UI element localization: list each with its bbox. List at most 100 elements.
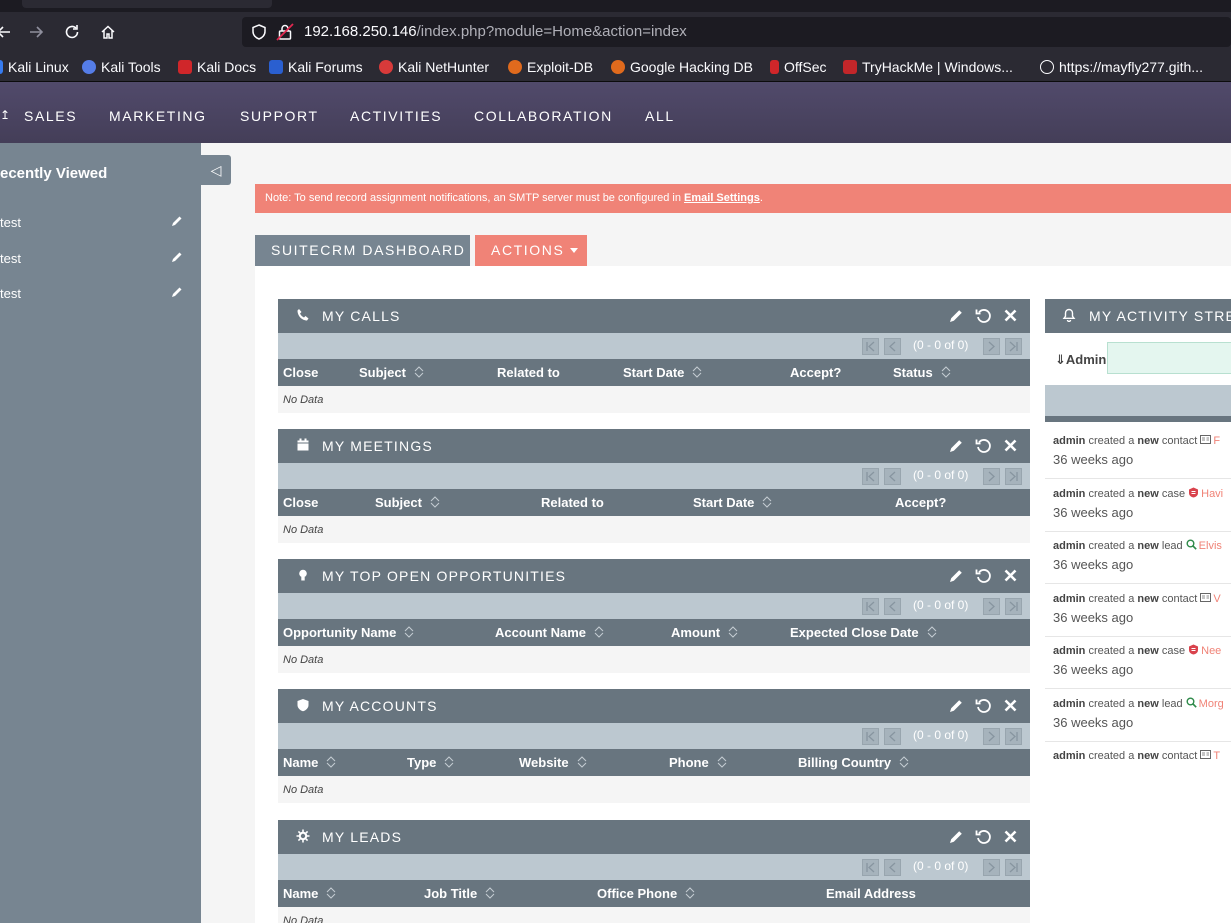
- column-opportunity-name[interactable]: Opportunity Name: [283, 625, 414, 640]
- bookmark-kali-docs[interactable]: Kali Docs: [178, 58, 256, 76]
- recent-item-label[interactable]: test: [0, 251, 21, 266]
- sort-icon[interactable]: [717, 756, 727, 768]
- back-icon[interactable]: [0, 20, 16, 44]
- activity-record-link[interactable]: Elvis: [1199, 540, 1222, 552]
- forward-icon[interactable]: [24, 20, 48, 44]
- activity-record-link[interactable]: Havi: [1201, 488, 1223, 500]
- url-bar[interactable]: 192.168.250.146/index.php?module=Home&ac…: [242, 17, 1231, 47]
- column-office-phone[interactable]: Office Phone: [597, 886, 695, 901]
- last-page-icon[interactable]: [1005, 859, 1022, 876]
- activity-record-link[interactable]: V: [1213, 593, 1220, 605]
- next-page-icon[interactable]: [983, 468, 1000, 485]
- close-icon[interactable]: [1002, 828, 1019, 845]
- nav-support[interactable]: SUPPORT: [240, 108, 319, 124]
- bookmark-tryhackme[interactable]: TryHackMe | Windows...: [843, 58, 1013, 76]
- prev-page-icon[interactable]: [884, 468, 901, 485]
- first-page-icon[interactable]: [862, 598, 879, 615]
- column-subject[interactable]: Subject: [375, 495, 440, 510]
- column-subject[interactable]: Subject: [359, 365, 424, 380]
- activity-record-link[interactable]: Morg: [1199, 698, 1224, 710]
- sort-icon[interactable]: [444, 756, 454, 768]
- prev-page-icon[interactable]: [884, 598, 901, 615]
- sort-icon[interactable]: [685, 887, 695, 899]
- sort-icon[interactable]: [594, 626, 604, 638]
- recent-item-label[interactable]: test: [0, 215, 21, 230]
- nav-marketing[interactable]: MARKETING: [109, 108, 207, 124]
- close-icon[interactable]: [1002, 567, 1019, 584]
- column-start-date[interactable]: Start Date: [693, 495, 772, 510]
- pencil-icon[interactable]: [170, 285, 184, 299]
- home-arrow-icon[interactable]: ↥: [0, 108, 10, 122]
- close-icon[interactable]: [1002, 697, 1019, 714]
- bookmark-kali-nethunter[interactable]: Kali NetHunter: [379, 58, 489, 76]
- activity-post-input[interactable]: [1107, 342, 1231, 374]
- nav-all[interactable]: ALL: [645, 108, 675, 124]
- bookmark-kali-linux[interactable]: Kali Linux: [0, 58, 69, 76]
- first-page-icon[interactable]: [862, 338, 879, 355]
- browser-tab[interactable]: [22, 0, 272, 8]
- url-text[interactable]: 192.168.250.146/index.php?module=Home&ac…: [304, 23, 687, 40]
- bookmark-mayfly[interactable]: https://mayfly277.gith...: [1040, 58, 1203, 76]
- reload-icon[interactable]: [60, 20, 84, 44]
- column-website[interactable]: Website: [519, 755, 587, 770]
- next-page-icon[interactable]: [983, 338, 1000, 355]
- recent-item[interactable]: test: [0, 248, 201, 270]
- activity-actor[interactable]: admin: [1053, 435, 1085, 447]
- activity-record-link[interactable]: T: [1213, 750, 1220, 759]
- sort-icon[interactable]: [404, 626, 414, 638]
- activity-actor[interactable]: admin: [1053, 540, 1085, 552]
- shield-icon[interactable]: [250, 23, 268, 41]
- first-page-icon[interactable]: [862, 859, 879, 876]
- next-page-icon[interactable]: [983, 859, 1000, 876]
- tab-suitecrm-dashboard[interactable]: SUITECRM DASHBOARD: [255, 235, 470, 266]
- column-start-date[interactable]: Start Date: [623, 365, 702, 380]
- sort-icon[interactable]: [762, 496, 772, 508]
- refresh-icon[interactable]: [975, 567, 992, 584]
- pencil-icon[interactable]: [948, 567, 965, 584]
- column-name[interactable]: Name: [283, 755, 336, 770]
- prev-page-icon[interactable]: [884, 728, 901, 745]
- column-expected-close-date[interactable]: Expected Close Date: [790, 625, 937, 640]
- sort-icon[interactable]: [414, 366, 424, 378]
- sort-icon[interactable]: [485, 887, 495, 899]
- refresh-icon[interactable]: [975, 437, 992, 454]
- column-type[interactable]: Type: [407, 755, 454, 770]
- column-amount[interactable]: Amount: [671, 625, 738, 640]
- pencil-icon[interactable]: [948, 697, 965, 714]
- first-page-icon[interactable]: [862, 728, 879, 745]
- actions-dropdown-button[interactable]: ACTIONS: [475, 235, 587, 266]
- last-page-icon[interactable]: [1005, 728, 1022, 745]
- next-page-icon[interactable]: [983, 728, 1000, 745]
- pencil-icon[interactable]: [948, 437, 965, 454]
- email-settings-link[interactable]: Email Settings: [684, 192, 760, 204]
- bookmark-exploit-db[interactable]: Exploit-DB: [508, 58, 593, 76]
- refresh-icon[interactable]: [975, 828, 992, 845]
- next-page-icon[interactable]: [983, 598, 1000, 615]
- recent-item[interactable]: test: [0, 283, 201, 305]
- insecure-lock-icon[interactable]: [276, 23, 294, 41]
- sort-icon[interactable]: [927, 626, 937, 638]
- close-icon[interactable]: [1002, 307, 1019, 324]
- nav-activities[interactable]: ACTIVITIES: [350, 108, 442, 124]
- bookmark-kali-tools[interactable]: Kali Tools: [82, 58, 161, 76]
- sort-icon[interactable]: [430, 496, 440, 508]
- sidebar-collapse-button[interactable]: ◁: [201, 155, 231, 185]
- column-job-title[interactable]: Job Title: [424, 886, 495, 901]
- last-page-icon[interactable]: [1005, 468, 1022, 485]
- pencil-icon[interactable]: [948, 828, 965, 845]
- sort-icon[interactable]: [692, 366, 702, 378]
- recent-item-label[interactable]: test: [0, 286, 21, 301]
- sort-icon[interactable]: [326, 756, 336, 768]
- nav-collaboration[interactable]: COLLABORATION: [474, 108, 613, 124]
- sort-icon[interactable]: [326, 887, 336, 899]
- activity-actor[interactable]: admin: [1053, 488, 1085, 500]
- column-account-name[interactable]: Account Name: [495, 625, 604, 640]
- pencil-icon[interactable]: [170, 214, 184, 228]
- activity-user-toggle[interactable]: ⇓Admin: [1055, 352, 1106, 368]
- sort-icon[interactable]: [577, 756, 587, 768]
- activity-record-link[interactable]: Nee: [1201, 645, 1221, 657]
- refresh-icon[interactable]: [975, 307, 992, 324]
- nav-sales[interactable]: SALES: [24, 108, 77, 124]
- last-page-icon[interactable]: [1005, 598, 1022, 615]
- first-page-icon[interactable]: [862, 468, 879, 485]
